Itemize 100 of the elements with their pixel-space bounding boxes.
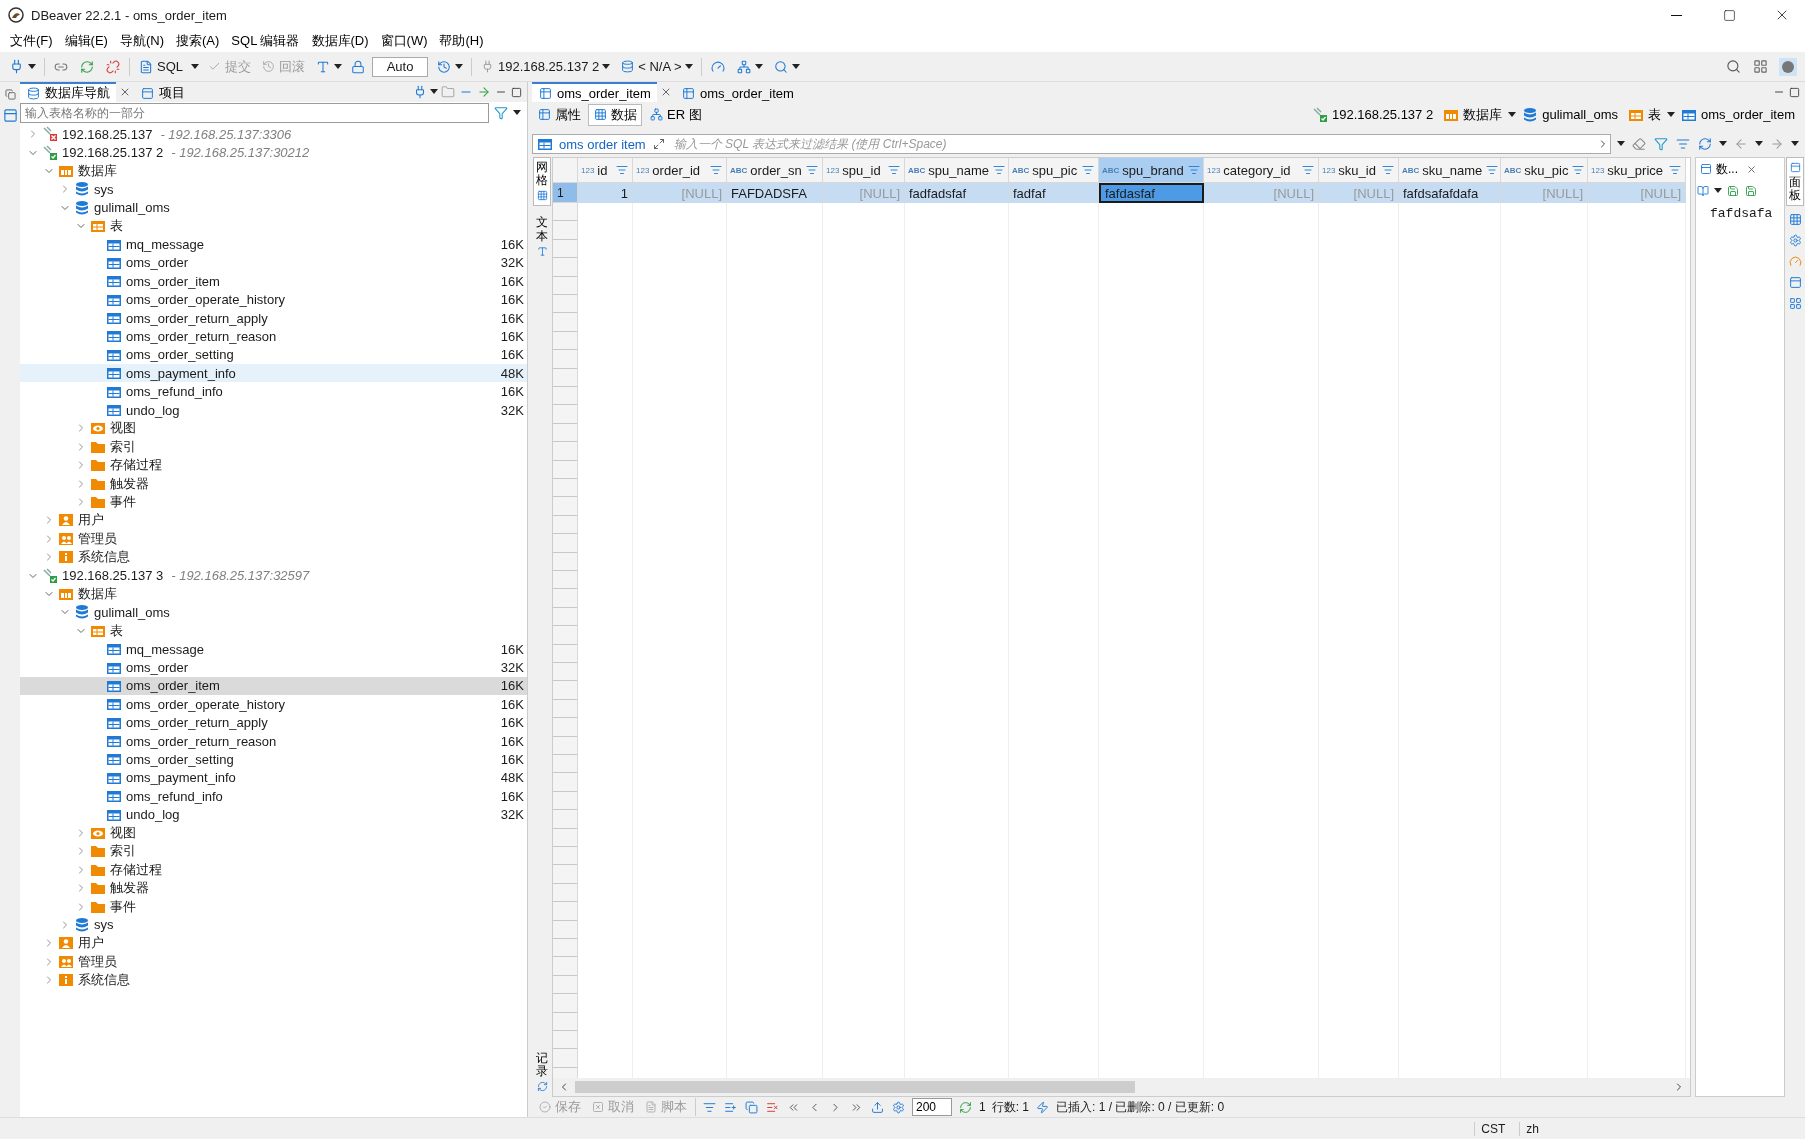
menu-item[interactable]: 数据库(D) [305,31,375,51]
folder-icon[interactable] [440,84,456,100]
sort-filter-icon[interactable] [1485,163,1500,177]
view-side-tab[interactable]: 网格 [533,157,551,207]
table-row[interactable]: oms_order_operate_history 16K [20,290,527,309]
sort-filter-icon[interactable] [1381,163,1395,177]
table-row[interactable]: oms_order_return_reason 16K [20,327,527,346]
tree-item[interactable]: 表 [20,216,527,236]
maximize-icon[interactable] [510,85,523,99]
tree-item[interactable]: 192.168.25.137 2 - 192.168.25.137:30212 [20,143,527,162]
tree-item[interactable]: 数据库 [20,584,527,604]
schema-selector[interactable]: < N/A > [618,54,695,79]
editor-tab[interactable]: oms_order_item [674,82,800,102]
table-row[interactable]: oms_payment_info 48K [20,768,527,788]
menu-item[interactable]: 搜索(A) [170,31,226,51]
editor-subtab[interactable]: 数据 [588,103,642,126]
grid-icon[interactable] [1787,212,1803,228]
sql-editor-button[interactable]: SQL [136,54,185,79]
table-row[interactable]: oms_order 32K [20,658,527,677]
menu-item[interactable]: 编辑(E) [58,31,114,51]
filter-list-icon[interactable] [1675,136,1691,152]
maximize-icon[interactable] [1788,85,1801,99]
sort-filter-icon[interactable] [887,163,901,177]
transaction-mode-field[interactable]: Auto [372,56,428,77]
table-cell[interactable]: fadfadsfaf [905,183,1009,203]
tree-item[interactable]: 用户 [20,934,527,953]
table-row[interactable]: mq_message 16K [20,235,527,254]
sort-filter-icon[interactable] [1571,163,1586,177]
table-cell[interactable]: 1 [578,183,633,203]
navigator-tab[interactable]: 项目 [134,82,191,102]
column-header[interactable]: ABC order_sn [727,158,823,183]
fetch-size-field[interactable]: 200 [912,1098,952,1116]
sort-filter-icon[interactable] [1668,163,1682,177]
table-row[interactable]: oms_order_setting 16K [20,345,527,365]
tree-item[interactable]: gulimall_oms [20,198,527,217]
table-row[interactable]: oms_refund_info 16K [20,382,527,401]
column-header[interactable]: 123 category_id [1204,158,1319,183]
sort-filter-icon[interactable] [1081,163,1095,177]
column-header[interactable]: 123 spu_id [823,158,905,183]
table-row[interactable]: oms_refund_info 16K [20,787,527,806]
table-cell[interactable]: FAFDADSFA [727,183,823,203]
tree-item[interactable]: 触发器 [20,879,527,898]
save-icon[interactable] [1744,184,1758,198]
table-filter-field[interactable]: 输入表格名称的一部分 [20,103,489,123]
table-row[interactable]: mq_message 16K [20,639,527,659]
filter-icon[interactable] [493,105,509,121]
breadcrumb-item[interactable]: oms_order_item [1677,106,1799,123]
tree-item[interactable]: sys [20,915,527,935]
save-icon[interactable] [1726,184,1740,198]
sort-filter-icon[interactable] [1301,163,1315,177]
tree-item[interactable]: 192.168.25.137 - 192.168.25.137:3306 [20,125,527,144]
sort-filter-icon[interactable] [992,163,1007,177]
table-row[interactable]: oms_order_return_reason 16K [20,731,527,751]
table-row[interactable]: oms_payment_info 48K [20,364,527,383]
column-header[interactable]: 123 order_id [633,158,727,183]
copy-row-icon[interactable] [744,1099,759,1115]
menu-item[interactable]: 窗口(W) [374,31,434,51]
tree-item[interactable]: 用户 [20,511,527,530]
tree-item[interactable]: 系统信息 [20,970,527,990]
table-row[interactable]: undo_log 32K [20,805,527,824]
column-header[interactable]: ABC spu_name [905,158,1009,183]
sql-filter-field[interactable]: oms order item 输入一个 SQL 表达式来过滤结果 (使用 Ctrl+Space) [532,134,1611,154]
breadcrumb-item[interactable]: 表 [1624,105,1666,124]
tree-item[interactable]: gulimall_oms [20,603,527,622]
restore-icon[interactable] [3,88,17,101]
grid-dots-icon[interactable] [1787,296,1803,312]
tree-item[interactable]: 视图 [20,419,527,438]
editor-tab[interactable]: oms_order_item [532,82,657,102]
table-row[interactable]: oms_order_return_apply 16K [20,308,527,328]
tree-item[interactable]: 存储过程 [20,456,527,475]
view-side-tab[interactable]: 文本 [533,212,551,262]
tree-item[interactable]: 事件 [20,492,527,512]
table-cell[interactable]: fafdasfaf [1099,183,1204,203]
table-name-label[interactable]: oms order item [559,136,646,152]
record-side-tab[interactable]: 记录 [533,1047,551,1097]
panel-icon[interactable] [1,107,19,124]
gear-icon[interactable] [1787,233,1803,249]
column-header[interactable]: 123 sku_id [1319,158,1399,183]
table-row[interactable]: oms_order_setting 16K [20,750,527,769]
connection-selector[interactable]: 192.168.25.137 2 [478,54,613,79]
column-header[interactable]: ABC sku_name [1399,158,1501,183]
tree-item[interactable]: 索引 [20,437,527,457]
export-icon[interactable] [870,1099,885,1115]
editor-subtab[interactable]: ER 图 [644,103,707,126]
menu-item[interactable]: 帮助(H) [433,31,490,51]
eraser-icon[interactable] [1631,136,1647,152]
menu-item[interactable]: SQL 编辑器 [225,31,306,51]
sort-filter-icon[interactable] [615,163,629,177]
tree-item[interactable]: 管理员 [20,529,527,548]
table-row[interactable]: undo_log 32K [20,400,527,420]
table-row[interactable]: oms_order_operate_history 16K [20,695,527,714]
menu-item[interactable]: 文件(F) [4,31,59,51]
tree-item[interactable]: 索引 [20,842,527,861]
tree-item[interactable]: 管理员 [20,952,527,971]
filter-icon[interactable] [1653,136,1669,152]
tree-item[interactable]: 触发器 [20,474,527,493]
sort-filter-icon[interactable] [1186,163,1201,177]
column-header[interactable]: 123 sku_price [1588,158,1686,183]
breadcrumb-item[interactable]: 192.168.25.137 2 [1307,106,1438,123]
menu-item[interactable]: 导航(N) [113,31,170,51]
